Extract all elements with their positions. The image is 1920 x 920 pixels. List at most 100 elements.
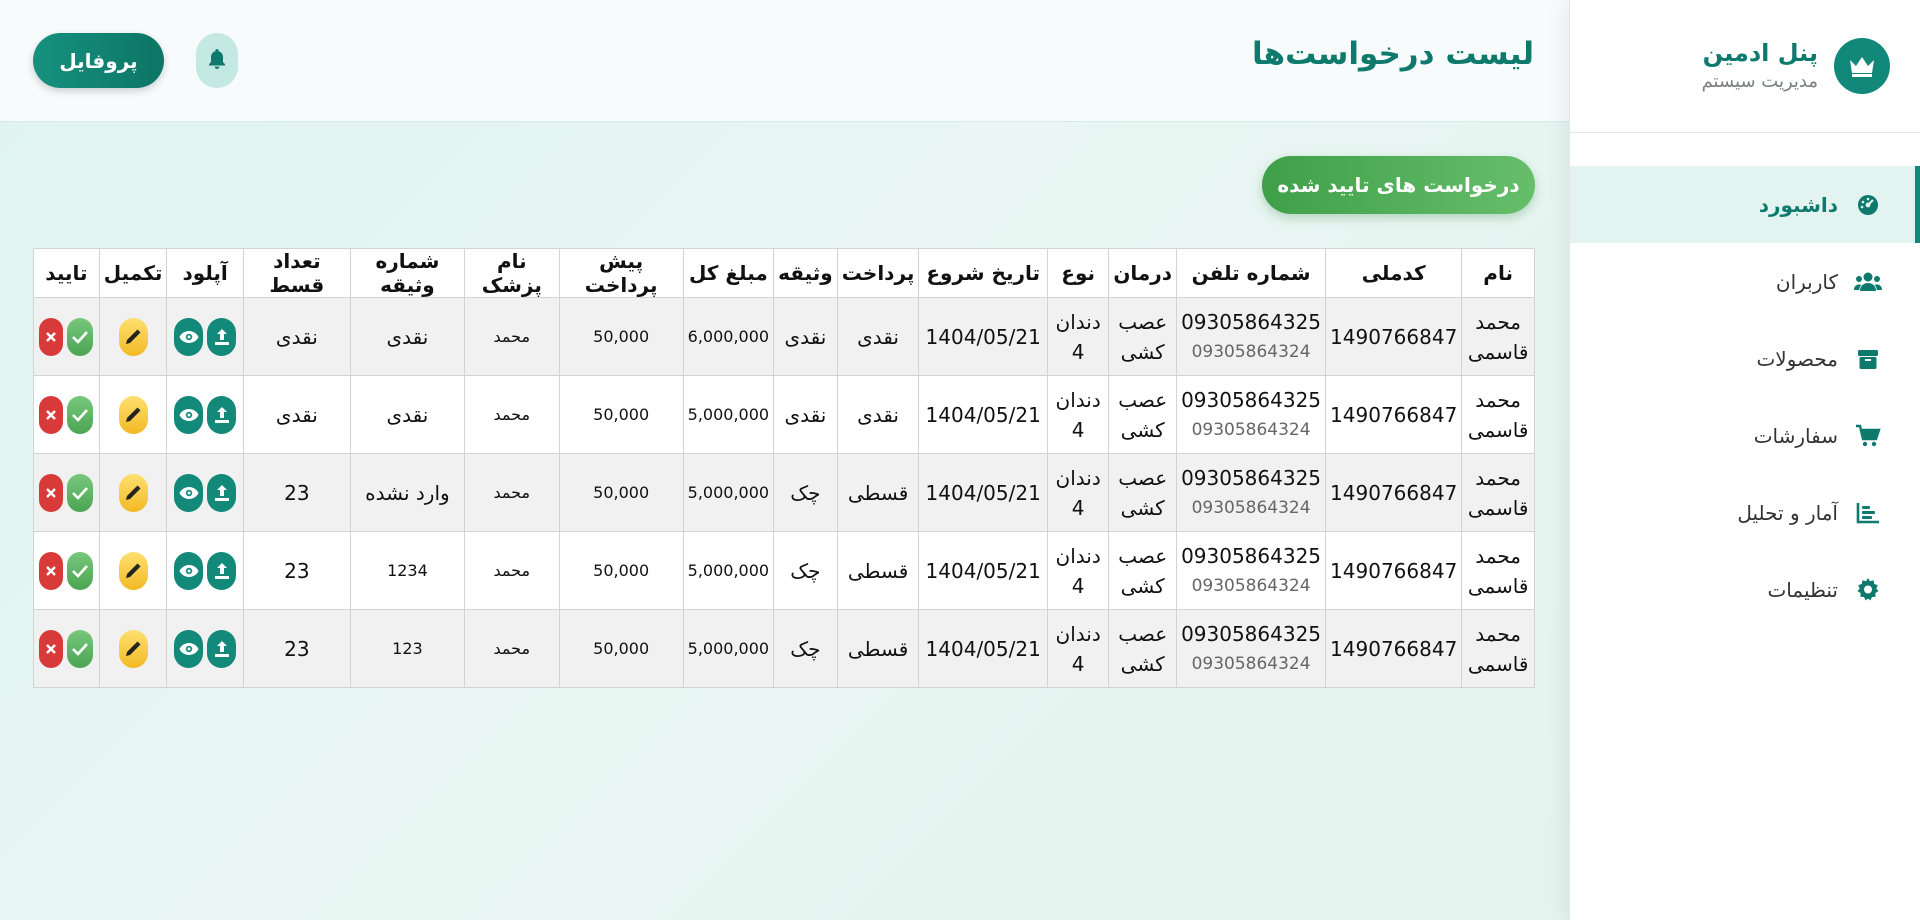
sidebar-item-settings[interactable]: تنظیمات [1570,551,1920,628]
cell-complete [98,375,168,454]
view-icon[interactable] [174,551,204,590]
cell-approve [33,609,100,688]
phone-secondary: 09305864324 [1191,419,1311,440]
table-header-row: نام کدملی شماره تلفن درمان نوع تاریخ شرو… [33,248,1535,298]
cell-approve [33,297,100,376]
sidebar-item-users[interactable]: کاربران [1570,243,1920,320]
brand: پنل ادمین مدیریت سیستم [1570,0,1920,133]
crown-icon [1834,38,1890,94]
upload-icon[interactable] [207,395,237,434]
cell-prepay: 50,000 [558,297,684,376]
upload-icon[interactable] [207,473,237,512]
cell-type: دندان 4 [1046,531,1110,610]
cell-total: 6,000,000 [682,297,775,376]
column-header: شماره تلفن [1176,248,1327,298]
cell-national-id: 1490766847 [1325,375,1463,454]
cell-complete [98,453,168,532]
cell-upload [166,453,244,532]
users-icon [1854,268,1882,296]
page-title: لیست درخواست‌ها [1251,36,1534,72]
cell-installments: 23 [242,531,351,610]
reject-icon[interactable] [39,473,64,512]
edit-icon[interactable] [118,629,148,668]
notifications-button[interactable] [196,33,238,88]
approve-icon[interactable] [67,473,94,512]
phone-primary: 09305864325 [1181,387,1322,412]
upload-icon[interactable] [207,629,237,668]
cart-icon [1854,422,1882,450]
reject-icon[interactable] [39,629,64,668]
approve-icon[interactable] [67,551,94,590]
cell-start-date: 1404/05/21 [918,609,1048,688]
reject-icon[interactable] [39,317,64,356]
cell-treatment: عصب کشی [1108,531,1178,610]
table-row: محمد قاسمی 1490766847 09305864325 093058643… [33,297,1535,376]
brand-subtitle: مدیریت سیستم [1701,71,1818,92]
cell-installments: نقدی [242,297,351,376]
column-header: تعداد قسط [242,248,351,298]
main-content: لیست درخواست‌ها پروفایل درخواست های تایی… [0,0,1569,920]
upload-icon[interactable] [207,551,237,590]
edit-icon[interactable] [118,551,148,590]
sidebar-item-label: محصولات [1756,346,1838,371]
upload-icon[interactable] [207,317,237,356]
cell-name: محمد قاسمی [1461,375,1535,454]
cell-start-date: 1404/05/21 [918,453,1048,532]
cell-collateral: نقدی [773,375,838,454]
edit-icon[interactable] [118,473,148,512]
phone-secondary: 09305864324 [1191,575,1311,596]
cell-upload [166,297,244,376]
profile-button[interactable]: پروفایل [33,33,164,88]
gear-icon [1854,576,1882,604]
cell-prepay: 50,000 [558,453,684,532]
phone-primary: 09305864325 [1181,309,1322,334]
cell-complete [98,297,168,376]
sidebar-item-dashboard[interactable]: داشبورد [1570,166,1920,243]
cell-collateral-number: نقدی [349,375,466,454]
cell-name: محمد قاسمی [1461,453,1535,532]
cell-upload [166,609,244,688]
approve-icon[interactable] [67,395,94,434]
cell-payment: قسطی [836,609,920,688]
phone-primary: 09305864325 [1181,543,1322,568]
cell-approve [33,375,100,454]
reject-icon[interactable] [39,551,64,590]
column-header: تکمیل [98,248,168,298]
edit-icon[interactable] [118,395,148,434]
cell-doctor: محمد [464,453,560,532]
cell-start-date: 1404/05/21 [918,531,1048,610]
view-icon[interactable] [174,629,204,668]
cell-collateral-number: نقدی [349,297,466,376]
view-icon[interactable] [174,473,204,512]
sidebar-nav: داشبورد کاربران محصولات سفارشات آمار و ت… [1570,166,1920,628]
cell-installments: 23 [242,609,351,688]
cell-name: محمد قاسمی [1461,531,1535,610]
cell-collateral: نقدی [773,297,838,376]
view-icon[interactable] [174,317,204,356]
dashboard-icon [1854,191,1882,219]
sidebar-item-analytics[interactable]: آمار و تحلیل [1570,474,1920,551]
view-icon[interactable] [174,395,204,434]
column-header: وثیقه [773,248,838,298]
cell-complete [98,609,168,688]
cell-start-date: 1404/05/21 [918,297,1048,376]
sidebar-item-products[interactable]: محصولات [1570,320,1920,397]
column-header: کدملی [1325,248,1463,298]
cell-type: دندان 4 [1046,375,1110,454]
cell-total: 5,000,000 [682,609,775,688]
phone-primary: 09305864325 [1181,465,1322,490]
cell-phone: 09305864325 09305864324 [1176,453,1327,532]
cell-doctor: محمد [464,375,560,454]
column-header: شماره وثیقه [349,248,466,298]
approve-icon[interactable] [67,629,94,668]
reject-icon[interactable] [39,395,64,434]
cell-phone: 09305864325 09305864324 [1176,297,1327,376]
edit-icon[interactable] [118,317,148,356]
column-header: تایید [33,248,100,298]
approve-icon[interactable] [67,317,94,356]
sidebar-item-label: تنظیمات [1767,577,1838,602]
cell-prepay: 50,000 [558,531,684,610]
approved-requests-button[interactable]: درخواست های تایید شده [1262,156,1535,214]
cell-collateral: چک [773,453,838,532]
sidebar-item-orders[interactable]: سفارشات [1570,397,1920,474]
